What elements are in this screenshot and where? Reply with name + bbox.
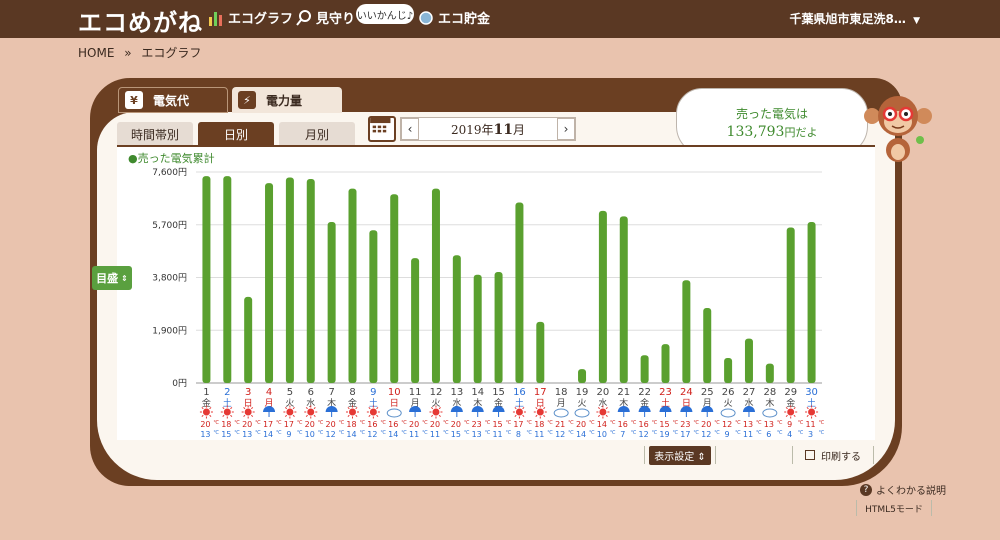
nav-mimamori[interactable]: 見守り (296, 8, 355, 27)
chevron-down-icon: ▼ (913, 16, 920, 26)
yen-icon: ¥ (125, 91, 143, 109)
sold-amount: 133,793 (726, 124, 785, 140)
next-month-button[interactable]: › (556, 118, 575, 140)
date-navigator: ‹ 2019年11月 › (400, 117, 576, 141)
breadcrumb-current: エコグラフ (141, 46, 202, 60)
nav-ecograph[interactable]: エコグラフ (208, 8, 293, 27)
location-label: 千葉県旭市東足洗8… (789, 12, 906, 26)
tab-electricity-amount[interactable]: ⚡ 電力量 (232, 87, 342, 113)
help-icon: ? (860, 483, 872, 496)
bar-chart-icon (209, 11, 222, 26)
tab-label: 電力量 (266, 93, 303, 108)
print-button[interactable]: 印刷する (792, 446, 874, 464)
print-icon (805, 450, 815, 460)
display-settings-control: 表示設定 ⇕ (644, 445, 716, 465)
bubble-amount-line: 133,793円だよ (677, 124, 867, 140)
bubble-line1: 売った電気は (735, 107, 808, 121)
prev-month-button[interactable]: ‹ (401, 118, 419, 140)
month-suffix: 月 (513, 122, 526, 137)
scale-button[interactable]: 目盛 ⇕ (92, 266, 132, 290)
coin-icon (419, 10, 433, 25)
breadcrumb-separator: » (124, 46, 132, 60)
subtab-monthly[interactable]: 月別 (279, 122, 355, 146)
nav-label: 見守り (316, 12, 356, 27)
subtab-daily[interactable]: 日別 (198, 122, 274, 146)
amount-suffix: 円だよ (784, 126, 818, 139)
display-settings-button[interactable]: 表示設定 ⇕ (649, 445, 711, 465)
scale-label: 目盛 (96, 272, 119, 285)
status-badge: いいかんじ♪ (356, 4, 414, 24)
lightning-icon: ⚡ (238, 91, 256, 109)
top-bar: エコめがね エコグラフ 見守り いいかんじ♪ エコ貯金 千葉県旭市東足洗8… ▼ (0, 0, 1000, 38)
chart-legend: ●売った電気累計 (128, 152, 215, 165)
display-settings-label: 表示設定 (654, 451, 695, 463)
month-number: 11 (493, 121, 513, 138)
tab-label: 電気代 (153, 93, 190, 108)
tab-electricity-cost[interactable]: ¥ 電気代 (118, 87, 228, 113)
print-label: 印刷する (821, 451, 861, 463)
nav-label: エコグラフ (228, 12, 294, 27)
chart-panel (117, 145, 875, 440)
year-label: 2019年 (450, 122, 494, 137)
nav-label: エコ貯金 (438, 12, 491, 27)
calendar-icon[interactable] (368, 116, 396, 142)
breadcrumb: HOME » エコグラフ (78, 44, 201, 61)
breadcrumb-home[interactable]: HOME (78, 46, 114, 60)
location-selector[interactable]: 千葉県旭市東足洗8… ▼ (790, 10, 920, 27)
app-logo[interactable]: エコめがね (78, 3, 203, 38)
magnifier-icon (296, 9, 311, 26)
subtab-hourly[interactable]: 時間帯別 (117, 122, 193, 146)
current-month: 2019年11月 (451, 121, 525, 138)
html5-mode-link[interactable]: HTML5モード (856, 500, 932, 516)
help-link[interactable]: ? よくわかる説明 (860, 482, 946, 497)
nav-eco-savings[interactable]: エコ貯金 (418, 8, 490, 27)
help-label: よくわかる説明 (876, 486, 946, 497)
stepper-icon: ⇕ (121, 273, 128, 283)
